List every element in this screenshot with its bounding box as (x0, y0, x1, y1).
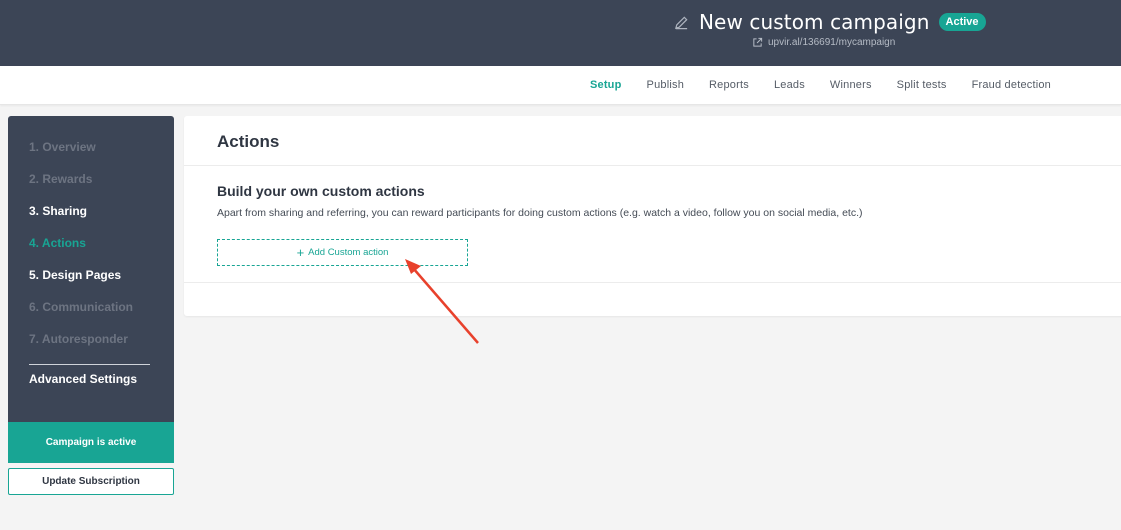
pencil-icon[interactable] (674, 14, 690, 30)
tab-setup[interactable]: Setup (590, 79, 622, 91)
tab-fraud-detection[interactable]: Fraud detection (972, 79, 1051, 91)
sidebar-item-overview[interactable]: 1. Overview (29, 140, 96, 154)
external-link-icon (752, 37, 763, 48)
section-title: Build your own custom actions (217, 183, 425, 199)
campaign-title[interactable]: New custom campaign (699, 10, 930, 34)
nav-bar: Setup Publish Reports Leads Winners Spli… (0, 66, 1121, 105)
plus-icon: + (296, 244, 305, 260)
status-badge: Active (938, 13, 986, 31)
tab-reports[interactable]: Reports (709, 79, 749, 91)
update-subscription-button[interactable]: Update Subscription (8, 468, 174, 495)
campaign-active-banner: Campaign is active (8, 422, 174, 463)
sidebar-item-sharing[interactable]: 3. Sharing (29, 204, 87, 218)
sidebar-item-communication[interactable]: 6. Communication (29, 300, 133, 314)
add-custom-action-button[interactable]: + Add Custom action (217, 239, 468, 266)
tab-winners[interactable]: Winners (830, 79, 872, 91)
sidebar-divider (29, 364, 150, 365)
top-header: New custom campaign Active upvir.al/1366… (0, 0, 1121, 66)
campaign-url[interactable]: upvir.al/136691/mycampaign (752, 37, 895, 48)
campaign-title-group: New custom campaign Active (674, 10, 986, 34)
section-description: Apart from sharing and referring, you ca… (217, 207, 863, 219)
sidebar-item-design-pages[interactable]: 5. Design Pages (29, 268, 121, 282)
panel-divider-bottom (184, 282, 1121, 283)
panel-divider (184, 165, 1121, 166)
nav-tabs: Setup Publish Reports Leads Winners Spli… (565, 79, 1051, 91)
tab-leads[interactable]: Leads (774, 79, 805, 91)
tab-publish[interactable]: Publish (647, 79, 684, 91)
sidebar-item-autoresponder[interactable]: 7. Autoresponder (29, 332, 128, 346)
tab-split-tests[interactable]: Split tests (897, 79, 947, 91)
sidebar-item-actions[interactable]: 4. Actions (29, 236, 86, 250)
sidebar-item-advanced-settings[interactable]: Advanced Settings (29, 372, 137, 386)
campaign-url-text[interactable]: upvir.al/136691/mycampaign (768, 37, 895, 48)
actions-panel: Actions Build your own custom actions Ap… (184, 116, 1121, 316)
add-custom-action-label: Add Custom action (308, 247, 389, 258)
page-title: Actions (217, 132, 280, 151)
sidebar-item-rewards[interactable]: 2. Rewards (29, 172, 92, 186)
setup-sidebar: 1. Overview 2. Rewards 3. Sharing 4. Act… (8, 116, 174, 422)
